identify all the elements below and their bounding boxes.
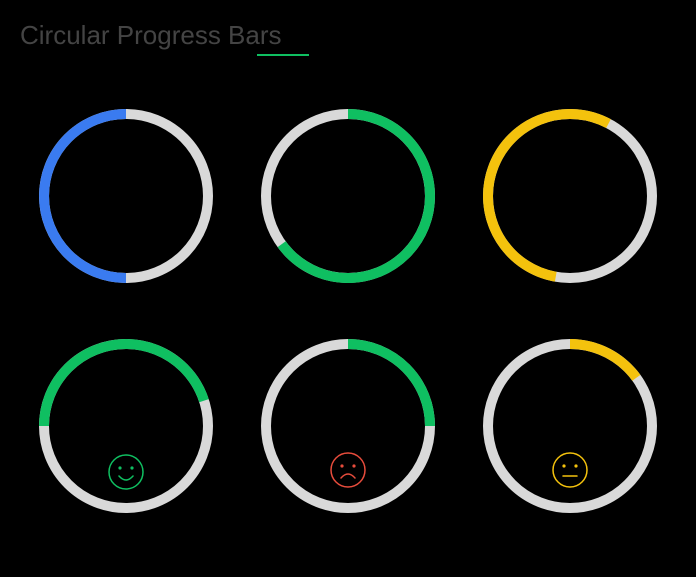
progress-ring-1 (30, 106, 222, 286)
progress-ring-6 (474, 336, 666, 516)
progress-ring-2 (252, 106, 444, 286)
progress-ring-4 (30, 336, 222, 516)
page-title: Circular Progress Bars (20, 20, 676, 51)
ring-progress (282, 114, 430, 278)
ring-svg (36, 106, 216, 286)
progress-grid (20, 106, 676, 516)
sad-face-icon (329, 451, 367, 494)
ring-progress (488, 114, 608, 277)
happy-face-icon (107, 453, 145, 496)
neutral-face-icon (551, 451, 589, 494)
ring-progress (44, 114, 126, 278)
title-underline (257, 54, 309, 56)
ring-svg (258, 106, 438, 286)
ring-svg (480, 106, 660, 286)
progress-ring-3 (474, 106, 666, 286)
ring-progress (570, 344, 636, 378)
ring-progress (348, 344, 430, 426)
progress-ring-5 (252, 336, 444, 516)
ring-progress (44, 344, 204, 426)
